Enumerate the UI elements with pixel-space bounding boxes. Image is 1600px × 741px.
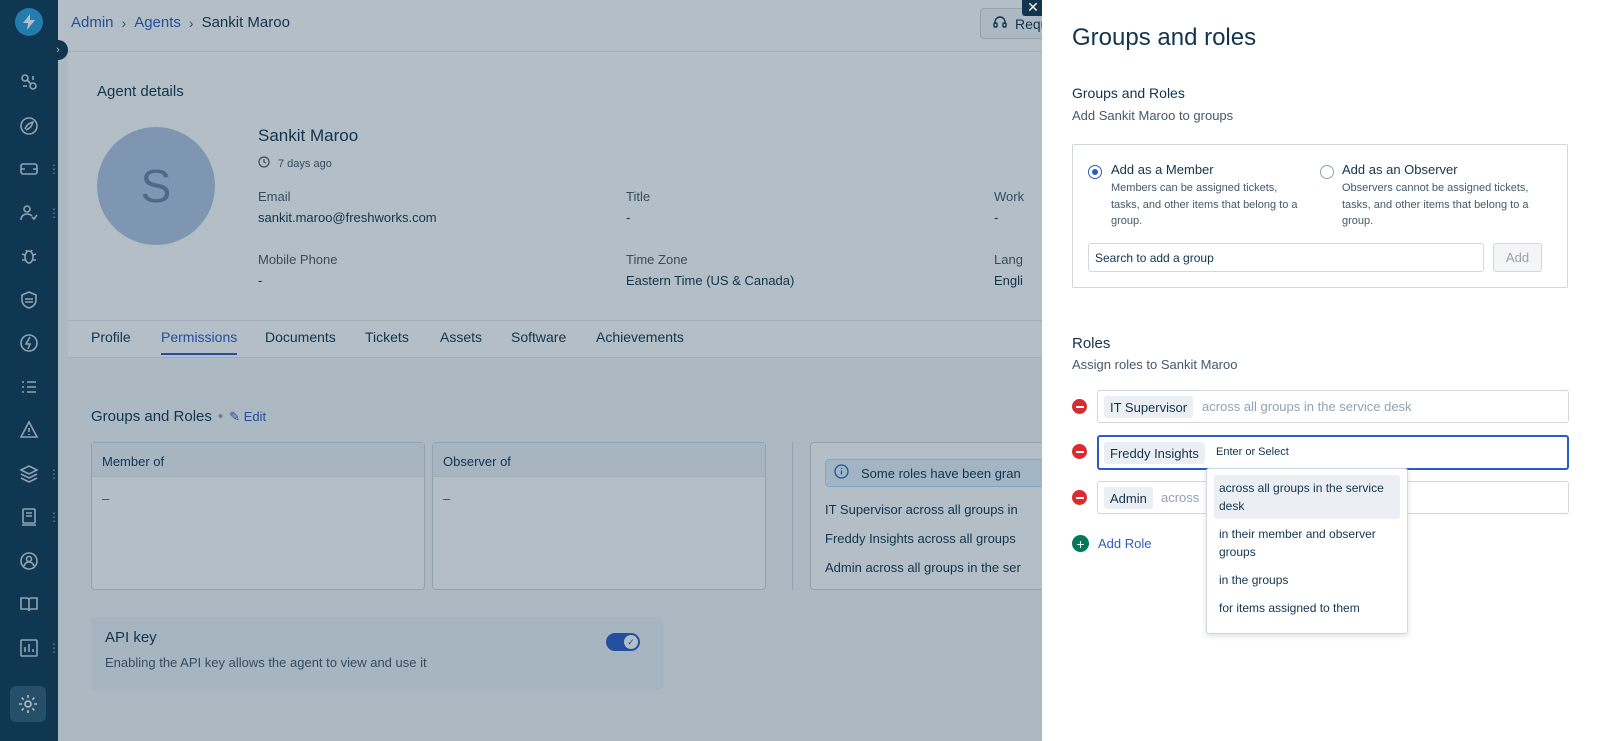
member-option-desc: Members can be assigned tickets, tasks, … [1111,182,1298,227]
observer-option-title: Add as an Observer [1342,162,1458,177]
add-role-button[interactable]: + Add Role [1072,535,1151,552]
role-chip: IT Supervisor [1104,396,1194,418]
modal-overlay[interactable] [0,0,1042,741]
remove-role-icon[interactable] [1072,490,1087,505]
roles-subtitle: Assign roles to Sankit Maroo [1072,357,1238,372]
remove-role-icon[interactable] [1072,444,1087,459]
add-group-button[interactable]: Add [1493,243,1542,272]
add-group-box: Add as a Member Members can be assigned … [1072,144,1568,288]
role-chip: Freddy Insights [1104,442,1205,464]
groups-section-title: Groups and Roles [1072,85,1185,101]
role-scope[interactable]: across all groups in the service desk [1202,399,1412,414]
scope-dropdown: across all groups in the service desk in… [1206,468,1408,634]
observer-option-desc: Observers cannot be assigned tickets, ta… [1342,182,1529,227]
role-scope[interactable]: across [1161,490,1199,505]
roles-title: Roles [1072,335,1111,352]
role-field[interactable]: IT Supervisor across all groups in the s… [1097,390,1569,423]
role-field-focused[interactable]: Freddy Insights Enter or Select [1097,435,1569,470]
observer-radio[interactable] [1320,165,1334,179]
role-scope-input[interactable]: Enter or Select [1216,446,1289,458]
plus-icon: + [1072,535,1089,552]
panel-title: Groups and roles [1072,24,1257,51]
scope-option[interactable]: in their member and observer groups [1214,521,1400,565]
member-option-title: Add as a Member [1111,162,1214,177]
member-radio[interactable] [1088,165,1102,179]
group-search-input[interactable]: Search to add a group [1088,243,1484,272]
close-icon[interactable]: ✕ [1022,0,1044,16]
groups-roles-panel: Groups and roles Groups and Roles Add Sa… [1042,0,1600,741]
scope-option[interactable]: for items assigned to them [1214,595,1400,621]
groups-section-subtitle: Add Sankit Maroo to groups [1072,108,1234,123]
role-chip: Admin [1104,487,1153,509]
scope-option[interactable]: across all groups in the service desk [1214,475,1400,519]
add-role-label: Add Role [1098,536,1152,551]
remove-role-icon[interactable] [1072,399,1087,414]
scope-option[interactable]: in the groups [1214,567,1400,593]
